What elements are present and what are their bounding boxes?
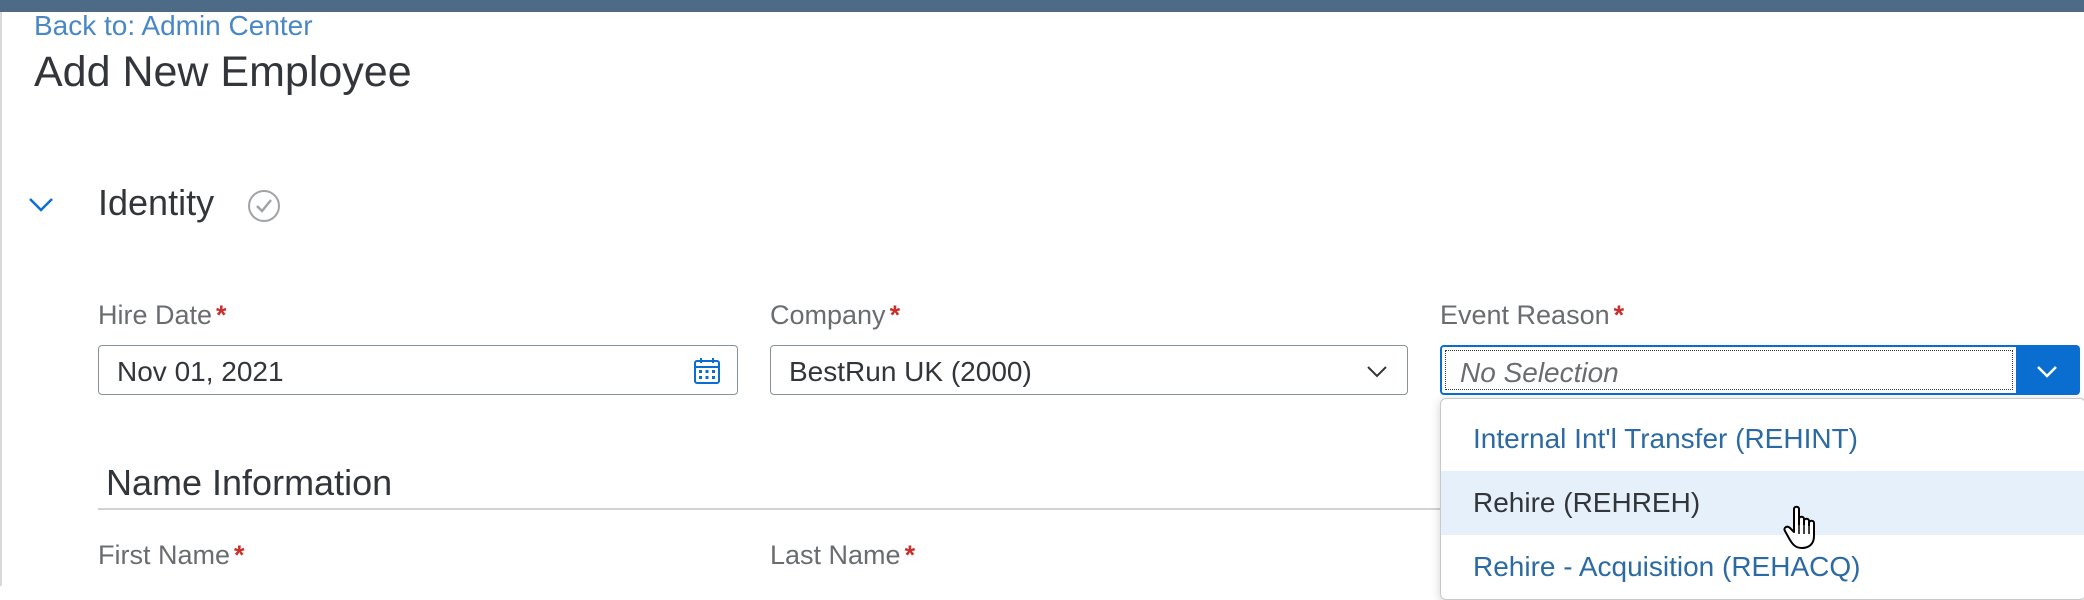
chevron-down-icon	[2037, 366, 2057, 378]
company-value: BestRun UK (2000)	[789, 356, 1032, 387]
section-title-identity: Identity	[98, 182, 215, 223]
event-reason-placeholder: No Selection	[1460, 357, 1619, 388]
dropdown-option[interactable]: Rehire (REHREH)	[1441, 471, 2084, 535]
event-reason-select[interactable]: No Selection	[1440, 345, 2080, 395]
event-reason-dropdown-list: Internal Int'l Transfer (REHINT) Rehire …	[1440, 398, 2084, 600]
required-marker: *	[234, 540, 245, 570]
back-link[interactable]: Back to: Admin Center	[34, 10, 313, 42]
event-reason-dropdown-button[interactable]	[2016, 347, 2078, 393]
left-border	[0, 12, 2, 586]
dropdown-option[interactable]: Rehire - Acquisition (REHACQ)	[1441, 535, 2084, 599]
chevron-down-icon[interactable]	[1363, 357, 1391, 385]
check-circle-icon	[246, 188, 282, 224]
event-reason-label: Event Reason *	[1440, 300, 1625, 330]
company-label: Company *	[770, 300, 901, 330]
hand-cursor-icon	[1782, 505, 1822, 551]
required-marker: *	[1613, 300, 1625, 330]
required-marker: *	[904, 540, 916, 570]
chevron-down-icon[interactable]	[26, 190, 56, 220]
hire-date-label: Hire Date *	[98, 300, 227, 330]
dropdown-option[interactable]: Internal Int'l Transfer (REHINT)	[1441, 407, 2084, 471]
calendar-icon[interactable]	[693, 357, 721, 385]
section-divider	[98, 508, 1442, 510]
required-marker: *	[216, 300, 227, 330]
last-name-label: Last Name *	[770, 540, 916, 570]
first-name-label: First Name *	[98, 540, 245, 570]
hire-date-value: Nov 01, 2021	[117, 356, 284, 387]
company-select[interactable]: BestRun UK (2000)	[770, 345, 1408, 395]
name-information-title: Name Information	[106, 462, 393, 503]
required-marker: *	[889, 300, 901, 330]
hire-date-field[interactable]: Nov 01, 2021	[98, 345, 738, 395]
page-title: Add New Employee	[34, 48, 412, 96]
top-bar	[0, 0, 2084, 12]
